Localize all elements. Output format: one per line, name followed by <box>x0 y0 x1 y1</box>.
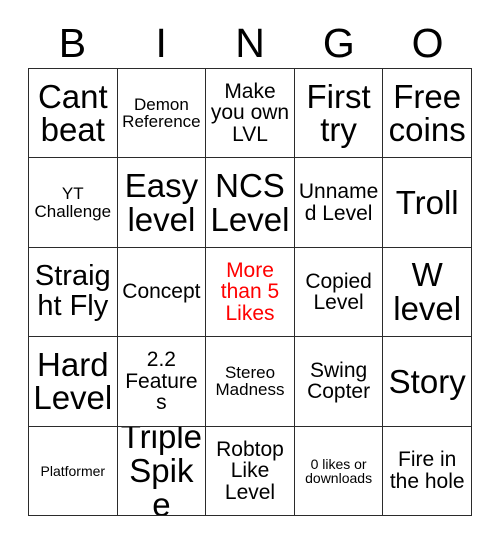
bingo-cell-r2c4[interactable]: Unnamed Level <box>294 158 384 248</box>
bingo-cell-label: Easy level <box>124 166 199 238</box>
bingo-cell-label: Troll <box>395 183 459 221</box>
bingo-cell-label: W level <box>393 256 462 327</box>
header-letter-n: N <box>235 19 265 66</box>
bingo-cell-r4c4[interactable]: Swing Copter <box>294 337 384 427</box>
bingo-cell-label: Triple Spike <box>120 426 203 516</box>
bingo-cell-label: 2.2 Features <box>125 348 198 415</box>
bingo-cell-r1c1[interactable]: Cant beat <box>29 69 118 159</box>
bingo-cell-label: Unnamed Level <box>298 180 379 225</box>
bingo-cell-label: 0 likes or downloads <box>305 455 373 486</box>
bingo-cell-r1c3[interactable]: Make you own LVL <box>206 69 295 159</box>
bingo-card: B I N G O Cant beat Demon Reference Make y… <box>0 0 500 544</box>
bingo-cell-r1c4[interactable]: First try <box>294 69 384 159</box>
bingo-cell-r4c2[interactable]: 2.2 Features <box>117 337 207 427</box>
bingo-cell-label: YT Challenge <box>34 184 112 221</box>
bingo-cell-label: Cant beat <box>37 77 108 149</box>
bingo-cell-r1c2[interactable]: Demon Reference <box>117 69 207 159</box>
bingo-cell-r2c1[interactable]: YT Challenge <box>29 158 118 248</box>
bingo-cell-label: Swing Copter <box>307 358 371 404</box>
bingo-cell-label: Stereo Madness <box>215 363 285 400</box>
bingo-cell-r5c2[interactable]: Triple Spike <box>117 426 207 516</box>
bingo-cell-label: More than 5 Likes <box>220 258 280 325</box>
bingo-cell-r5c5[interactable]: Fire in the hole <box>383 426 472 516</box>
bingo-cell-label: Copied Level <box>305 269 372 314</box>
bingo-cell-label: Make you own LVL <box>210 80 290 146</box>
bingo-cell-r5c4[interactable]: 0 likes or downloads <box>294 426 384 516</box>
bingo-cell-label: Free coins <box>388 77 466 149</box>
header-letter-o: O <box>411 19 444 66</box>
header-letter-i: I <box>155 19 167 66</box>
bingo-cell-label: Robtop Like Level <box>216 437 284 504</box>
bingo-cell-label: First try <box>306 77 371 149</box>
bingo-cell-label: Concept <box>122 280 201 304</box>
bingo-cell-r3c4[interactable]: Copied Level <box>294 247 384 338</box>
bingo-header-row: B I N G O <box>28 18 472 68</box>
bingo-cell-r2c5[interactable]: Troll <box>383 158 472 248</box>
bingo-cell-label: Straight Fly <box>34 260 111 322</box>
bingo-cell-r4c5[interactable]: Story <box>383 337 472 427</box>
bingo-cell-r1c5[interactable]: Free coins <box>383 69 472 159</box>
bingo-cell-r2c3[interactable]: NCS Level <box>206 158 295 248</box>
bingo-cell-r2c2[interactable]: Easy level <box>117 158 207 248</box>
bingo-cell-r5c3[interactable]: Robtop Like Level <box>206 426 295 516</box>
header-letter-g: G <box>322 19 355 66</box>
bingo-cell-label: Fire in the hole <box>389 448 465 493</box>
bingo-cell-label: Story <box>388 362 466 400</box>
bingo-cell-label: Hard Level <box>33 345 113 417</box>
bingo-cell-label: NCS Level <box>210 166 290 238</box>
bingo-grid: Cant beat Demon Reference Make you own LVL… <box>28 68 472 516</box>
bingo-cell-label: Platformer <box>40 462 106 479</box>
bingo-cell-r4c1[interactable]: Hard Level <box>29 337 118 427</box>
bingo-cell-r3c2[interactable]: Concept <box>117 247 207 338</box>
bingo-cell-r3c5[interactable]: W level <box>383 247 472 338</box>
bingo-cell-label: Demon Reference <box>122 94 201 132</box>
bingo-cell-r5c1[interactable]: Platformer <box>29 426 118 516</box>
bingo-cell-r3c3[interactable]: More than 5 Likes <box>206 247 295 338</box>
bingo-cell-r4c3[interactable]: Stereo Madness <box>206 337 295 427</box>
header-letter-b: B <box>58 19 87 66</box>
bingo-cell-r3c1[interactable]: Straight Fly <box>29 247 118 338</box>
